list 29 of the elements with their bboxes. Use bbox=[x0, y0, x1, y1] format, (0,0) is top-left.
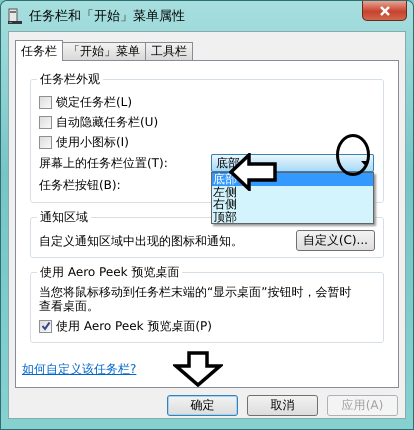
field-label: 屏幕上的任务栏位置(T): bbox=[39, 154, 169, 172]
checkbox-label: 自动隐藏任务栏(U) bbox=[56, 114, 158, 130]
checkbox[interactable] bbox=[39, 136, 52, 148]
dropdown-option[interactable]: 左侧 bbox=[212, 186, 373, 198]
dropdown-arrow-icon bbox=[360, 161, 368, 165]
checkbox-label: 使用 Aero Peek 预览桌面(P) bbox=[56, 318, 212, 334]
tab[interactable]: 「开始」菜单 bbox=[62, 42, 146, 60]
dropdown-option[interactable]: 右侧 bbox=[212, 198, 373, 210]
tab[interactable]: 任务栏 bbox=[15, 40, 63, 61]
checkbox-label: 锁定任务栏(L) bbox=[56, 94, 132, 110]
checkbox-label: 使用小图标(I) bbox=[56, 134, 129, 150]
field-label: 任务栏按钮(B): bbox=[39, 176, 122, 194]
group-title: 任务栏外观 bbox=[37, 71, 103, 88]
window-title: 任务栏和「开始」菜单属性 bbox=[29, 8, 185, 25]
description-text: 自定义通知区域中出现的图标和通知。 bbox=[39, 234, 243, 248]
app-icon bbox=[7, 8, 23, 24]
close-button[interactable] bbox=[362, 1, 407, 21]
checkbox[interactable] bbox=[39, 96, 52, 108]
description-text: 当您将鼠标移动到任务栏末端的“显示桌面”按钮时，会暂时查看桌面。 bbox=[39, 285, 352, 313]
dialog-button[interactable]: 确定 bbox=[167, 395, 238, 416]
checkbox[interactable] bbox=[39, 320, 52, 332]
dropdown-option[interactable]: 顶部 bbox=[212, 210, 373, 223]
dialog-button[interactable]: 取消 bbox=[247, 395, 318, 416]
checkbox[interactable] bbox=[39, 116, 52, 128]
help-link[interactable]: 如何自定义该任务栏? bbox=[22, 361, 136, 378]
customize-button[interactable]: 自定义(C)... bbox=[296, 230, 375, 251]
group-title: 使用 Aero Peek 预览桌面 bbox=[37, 264, 182, 281]
close-icon bbox=[378, 6, 390, 16]
tab[interactable]: 工具栏 bbox=[145, 42, 193, 60]
